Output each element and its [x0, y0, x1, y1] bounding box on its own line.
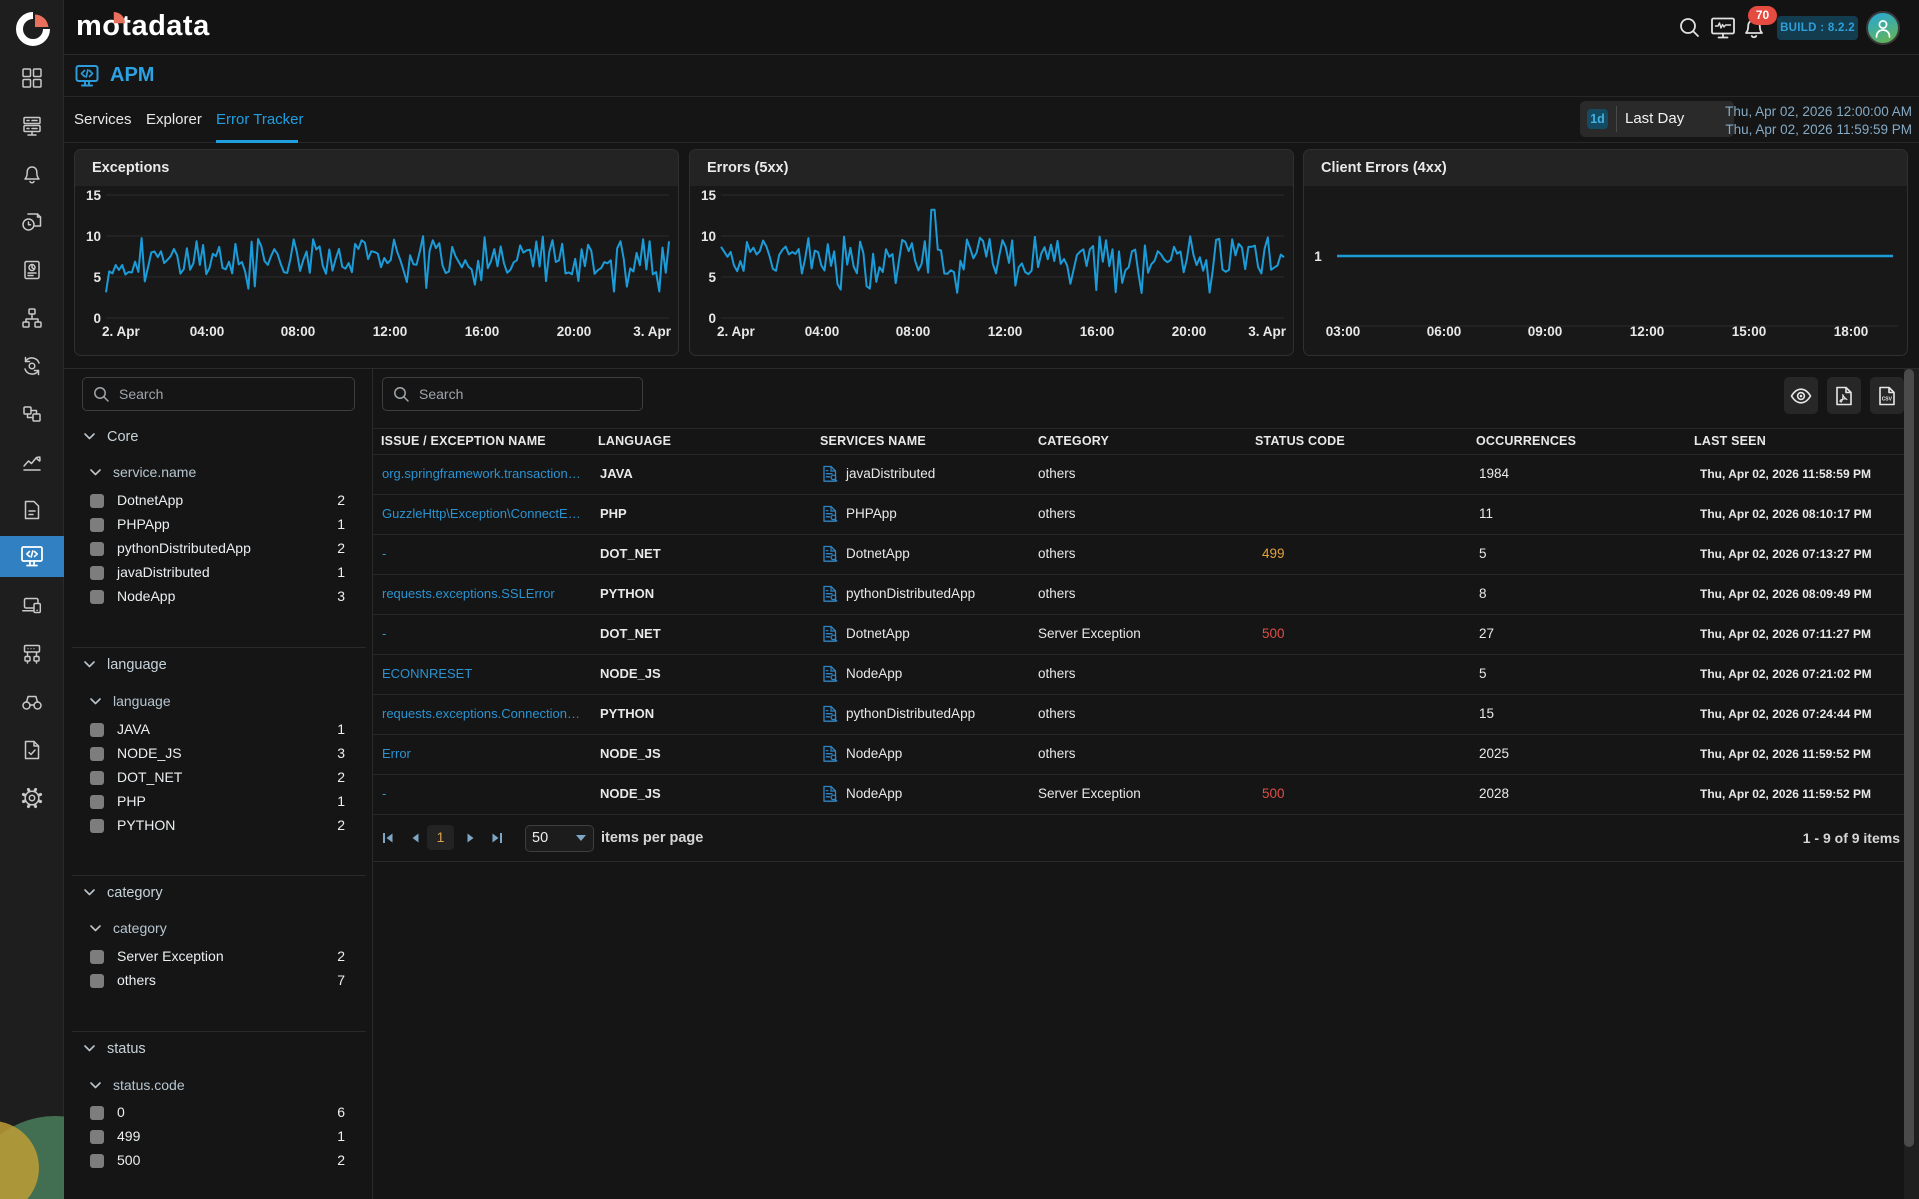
svg-text:15: 15: [86, 188, 102, 203]
svg-text:0: 0: [708, 311, 716, 326]
svg-text:16:00: 16:00: [1080, 324, 1115, 339]
svg-text:12:00: 12:00: [373, 324, 408, 339]
svg-text:08:00: 08:00: [281, 324, 316, 339]
svg-text:06:00: 06:00: [1427, 324, 1462, 339]
svg-text:10: 10: [701, 229, 716, 244]
svg-text:1: 1: [1314, 249, 1322, 264]
svg-text:09:00: 09:00: [1528, 324, 1563, 339]
svg-text:12:00: 12:00: [1630, 324, 1665, 339]
svg-text:3. Apr: 3. Apr: [633, 324, 672, 339]
svg-text:20:00: 20:00: [557, 324, 592, 339]
svg-text:5: 5: [93, 270, 101, 285]
svg-text:3. Apr: 3. Apr: [1248, 324, 1287, 339]
svg-text:15: 15: [701, 188, 717, 203]
svg-text:15:00: 15:00: [1732, 324, 1767, 339]
svg-text:16:00: 16:00: [465, 324, 500, 339]
svg-text:04:00: 04:00: [805, 324, 840, 339]
svg-text:04:00: 04:00: [190, 324, 225, 339]
svg-text:10: 10: [86, 229, 101, 244]
svg-text:03:00: 03:00: [1326, 324, 1361, 339]
svg-text:2. Apr: 2. Apr: [102, 324, 141, 339]
svg-text:08:00: 08:00: [896, 324, 931, 339]
svg-text:5: 5: [708, 270, 716, 285]
svg-text:20:00: 20:00: [1172, 324, 1207, 339]
svg-text:2. Apr: 2. Apr: [717, 324, 756, 339]
svg-text:0: 0: [93, 311, 101, 326]
svg-text:12:00: 12:00: [988, 324, 1023, 339]
svg-text:18:00: 18:00: [1834, 324, 1869, 339]
svg-text:CSV: CSV: [1882, 396, 1893, 402]
